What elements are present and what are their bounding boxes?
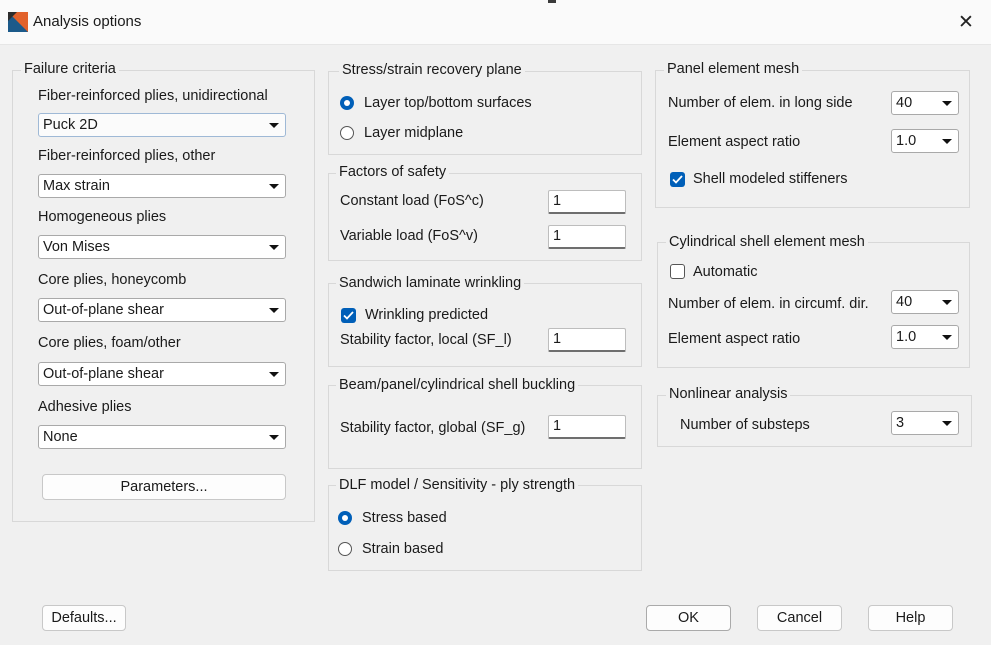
chevron-down-icon	[942, 335, 952, 340]
parameters-button[interactable]: Parameters...	[42, 474, 286, 500]
dlf-stress-radio[interactable]	[338, 511, 352, 525]
close-icon[interactable]: ✕	[952, 10, 980, 36]
core-foam-label: Core plies, foam/other	[38, 335, 181, 351]
chevron-down-icon	[942, 139, 952, 144]
long-side-select[interactable]: 40	[891, 91, 959, 115]
recovery-plane-legend: Stress/strain recovery plane	[339, 62, 525, 78]
stability-local-input[interactable]: 1	[548, 328, 626, 352]
panel-aspect-value: 1.0	[896, 133, 917, 149]
dlf-strain-radio[interactable]	[338, 542, 352, 556]
long-side-label: Number of elem. in long side	[668, 95, 853, 111]
recovery-midplane-label[interactable]: Layer midplane	[364, 125, 463, 141]
recovery-top-bottom-radio[interactable]	[340, 96, 354, 110]
core-honeycomb-value: Out-of-plane shear	[43, 302, 164, 318]
dlf-model-legend: DLF model / Sensitivity - ply strength	[336, 477, 579, 493]
chevron-down-icon	[942, 300, 952, 305]
cancel-button[interactable]: Cancel	[757, 605, 842, 631]
help-button[interactable]: Help	[868, 605, 953, 631]
fiber-unidirectional-select[interactable]: Puck 2D	[38, 113, 286, 137]
core-foam-value: Out-of-plane shear	[43, 366, 164, 382]
defaults-button[interactable]: Defaults...	[42, 605, 126, 631]
variable-load-label: Variable load (FoS^v)	[340, 228, 478, 244]
chevron-down-icon	[269, 123, 279, 128]
panel-aspect-select[interactable]: 1.0	[891, 129, 959, 153]
fiber-other-select[interactable]: Max strain	[38, 174, 286, 198]
core-honeycomb-label: Core plies, honeycomb	[38, 272, 187, 288]
chevron-down-icon	[942, 101, 952, 106]
fiber-other-value: Max strain	[43, 178, 110, 194]
chevron-down-icon	[269, 245, 279, 250]
shell-stiffeners-label[interactable]: Shell modeled stiffeners	[693, 171, 848, 187]
recovery-plane-group	[328, 71, 642, 155]
constant-load-label: Constant load (FoS^c)	[340, 193, 484, 209]
stability-global-input[interactable]: 1	[548, 415, 626, 439]
circumf-label: Number of elem. in circumf. dir.	[668, 296, 869, 312]
background-window-edge	[548, 0, 556, 3]
adhesive-label: Adhesive plies	[38, 399, 132, 415]
homogeneous-select[interactable]: Von Mises	[38, 235, 286, 259]
recovery-midplane-radio[interactable]	[340, 126, 354, 140]
cylindrical-mesh-legend: Cylindrical shell element mesh	[666, 234, 868, 250]
ok-button[interactable]: OK	[646, 605, 731, 631]
chevron-down-icon	[269, 308, 279, 313]
dlf-stress-label[interactable]: Stress based	[362, 510, 447, 526]
title-bar	[0, 0, 991, 45]
panel-mesh-legend: Panel element mesh	[664, 61, 803, 77]
dlf-strain-label[interactable]: Strain based	[362, 541, 443, 557]
substeps-select[interactable]: 3	[891, 411, 959, 435]
app-icon	[8, 12, 28, 32]
recovery-top-bottom-label[interactable]: Layer top/bottom surfaces	[364, 95, 532, 111]
buckling-legend: Beam/panel/cylindrical shell buckling	[336, 377, 579, 393]
substeps-label: Number of substeps	[680, 417, 810, 433]
homogeneous-value: Von Mises	[43, 239, 110, 255]
cyl-aspect-label: Element aspect ratio	[668, 331, 801, 347]
circumf-value: 40	[896, 294, 913, 310]
fiber-unidirectional-label: Fiber-reinforced plies, unidirectional	[38, 88, 268, 104]
core-honeycomb-select[interactable]: Out-of-plane shear	[38, 298, 286, 322]
cyl-aspect-select[interactable]: 1.0	[891, 325, 959, 349]
chevron-down-icon	[269, 435, 279, 440]
stability-local-label: Stability factor, local (SF_l)	[340, 332, 512, 348]
stability-global-label: Stability factor, global (SF_g)	[340, 420, 526, 436]
failure-criteria-legend: Failure criteria	[21, 61, 119, 77]
adhesive-value: None	[43, 429, 78, 445]
fiber-unidirectional-value: Puck 2D	[43, 117, 98, 133]
wrinkling-predicted-checkbox[interactable]	[341, 308, 356, 323]
automatic-checkbox[interactable]	[670, 264, 685, 279]
shell-stiffeners-checkbox[interactable]	[670, 172, 685, 187]
variable-load-input[interactable]: 1	[548, 225, 626, 249]
factors-of-safety-legend: Factors of safety	[336, 164, 450, 180]
chevron-down-icon	[942, 421, 952, 426]
panel-aspect-label: Element aspect ratio	[668, 134, 801, 150]
automatic-label[interactable]: Automatic	[693, 264, 757, 280]
core-foam-select[interactable]: Out-of-plane shear	[38, 362, 286, 386]
chevron-down-icon	[269, 184, 279, 189]
cyl-aspect-value: 1.0	[896, 329, 917, 345]
window-title: Analysis options	[33, 13, 142, 30]
chevron-down-icon	[269, 372, 279, 377]
long-side-value: 40	[896, 95, 913, 111]
failure-criteria-group	[12, 70, 315, 522]
wrinkling-legend: Sandwich laminate wrinkling	[336, 275, 525, 291]
adhesive-select[interactable]: None	[38, 425, 286, 449]
homogeneous-label: Homogeneous plies	[38, 209, 167, 225]
nonlinear-legend: Nonlinear analysis	[666, 386, 791, 402]
wrinkling-predicted-label[interactable]: Wrinkling predicted	[365, 307, 488, 323]
dlf-model-group	[328, 485, 642, 571]
circumf-select[interactable]: 40	[891, 290, 959, 314]
fiber-other-label: Fiber-reinforced plies, other	[38, 148, 216, 164]
constant-load-input[interactable]: 1	[548, 190, 626, 214]
substeps-value: 3	[896, 415, 905, 431]
wrinkling-group	[328, 283, 642, 367]
